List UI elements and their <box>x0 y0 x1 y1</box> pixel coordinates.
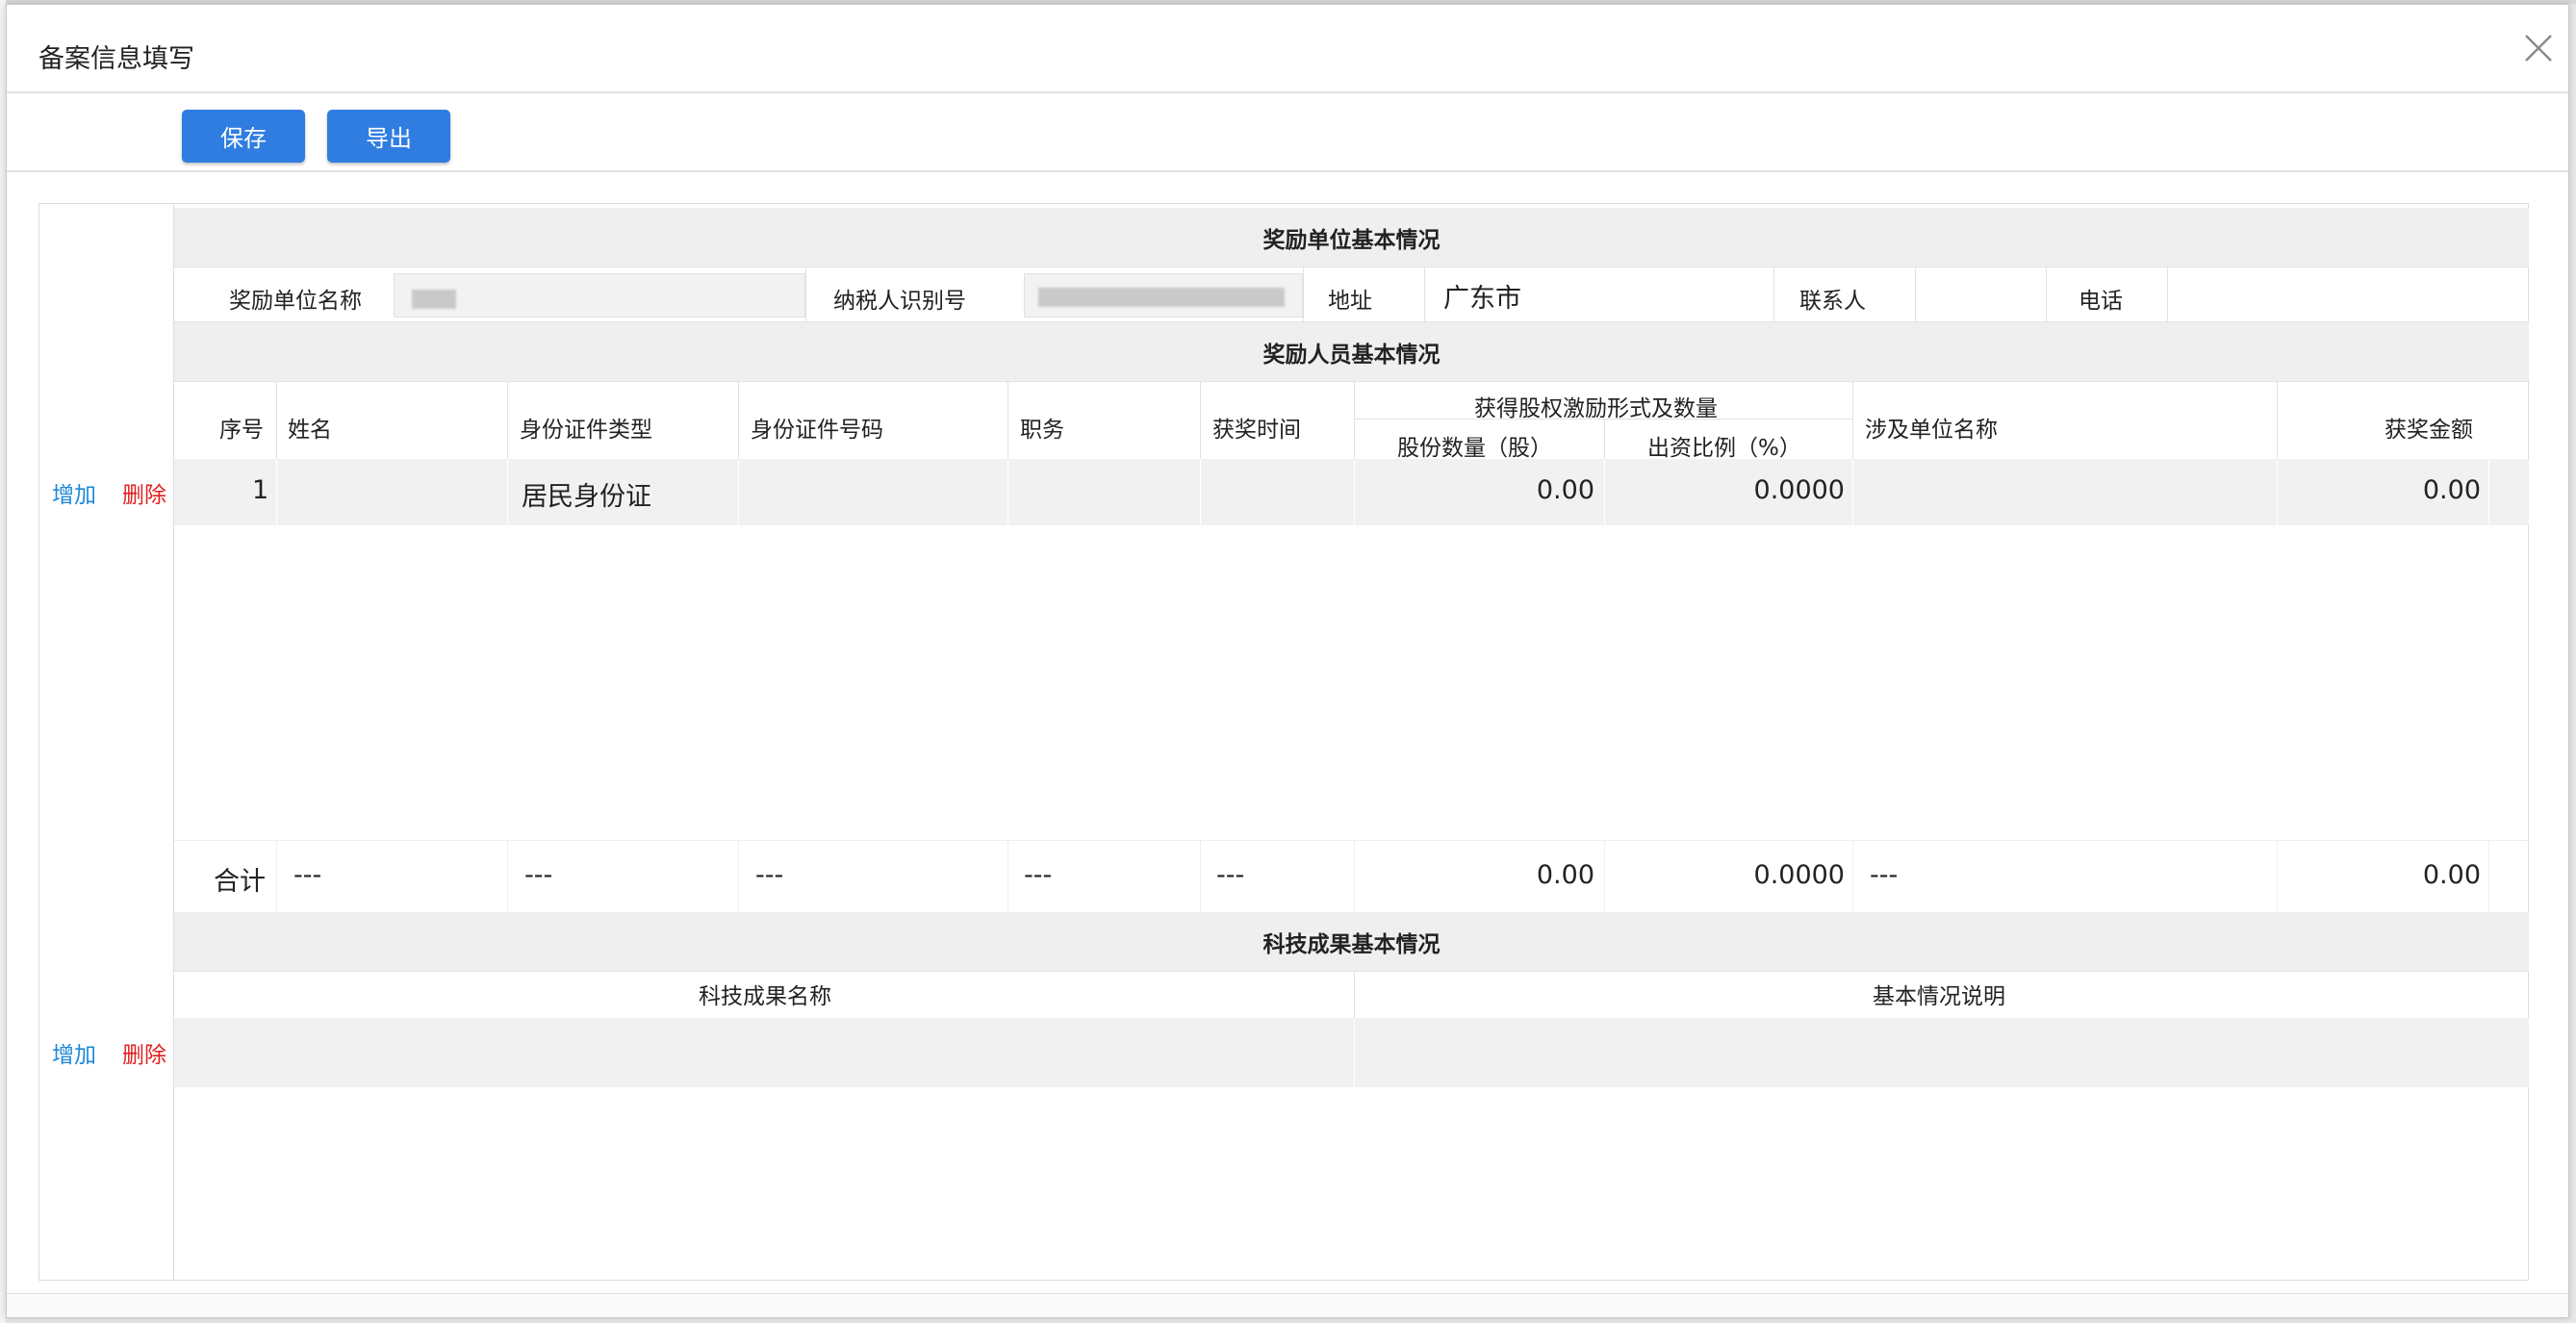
total-name: --- <box>293 860 322 890</box>
personnel-section-heading: 奖励人员基本情况 <box>174 322 2529 382</box>
contact-label: 联系人 <box>1799 289 1866 314</box>
divider <box>1852 840 1853 912</box>
divider <box>507 840 508 912</box>
save-button[interactable]: 保存 <box>182 110 305 163</box>
taxid-label: 纳税人识别号 <box>833 289 966 314</box>
col-amount: 获奖金额 <box>2385 418 2473 443</box>
col-position: 职务 <box>1020 418 1064 443</box>
redacted-value <box>1038 288 1285 307</box>
total-award-time: --- <box>1216 860 1245 890</box>
divider <box>276 382 277 459</box>
col-equity-group: 获得股权激励形式及数量 <box>1474 396 1718 421</box>
row-amount[interactable]: 0.00 <box>2290 475 2481 505</box>
toolbar: 保存 导出 <box>7 93 2568 172</box>
total-id-type: --- <box>524 860 553 890</box>
row-shares[interactable]: 0.00 <box>1395 475 1594 505</box>
row-id-type[interactable]: 居民身份证 <box>522 475 651 513</box>
divider <box>738 459 739 525</box>
divider <box>1424 267 1425 321</box>
divider <box>1354 1018 1355 1087</box>
divider <box>2277 840 2278 912</box>
divider <box>276 840 277 912</box>
total-label: 合计 <box>214 867 266 897</box>
col-award-time: 获奖时间 <box>1212 418 1301 443</box>
tech-table-row[interactable] <box>174 1018 2529 1087</box>
total-id-number: --- <box>755 860 784 890</box>
divider <box>738 840 739 912</box>
divider <box>276 459 277 525</box>
divider <box>805 267 806 321</box>
divider <box>2277 459 2278 525</box>
taxid-input[interactable] <box>1024 273 1303 318</box>
divider <box>1354 459 1355 525</box>
divider <box>1354 840 1355 912</box>
unit-name-input[interactable] <box>394 273 805 318</box>
col-tech-name: 科技成果名称 <box>699 984 831 1009</box>
dialog-title: 备案信息填写 <box>38 44 194 74</box>
redacted-value <box>412 290 456 309</box>
col-tech-desc: 基本情况说明 <box>1873 984 2005 1009</box>
col-seq: 序号 <box>219 418 264 443</box>
unit-section-heading: 奖励单位基本情况 <box>174 208 2529 267</box>
phone-label: 电话 <box>2079 289 2123 314</box>
divider <box>2488 459 2489 525</box>
divider <box>174 840 2529 841</box>
divider <box>1915 267 1916 321</box>
unit-name-label: 奖励单位名称 <box>229 289 362 314</box>
divider <box>1200 459 1201 525</box>
divider <box>1200 382 1201 459</box>
divider <box>738 382 739 459</box>
export-button[interactable]: 导出 <box>327 110 450 163</box>
total-ratio: 0.0000 <box>1753 860 1845 890</box>
add-tech-link[interactable]: 增加 <box>52 1036 96 1069</box>
add-personnel-link[interactable]: 增加 <box>52 476 96 509</box>
divider <box>1773 267 1774 321</box>
col-ratio: 出资比例（%） <box>1647 436 1801 461</box>
close-icon[interactable] <box>2522 32 2555 64</box>
col-org: 涉及单位名称 <box>1865 418 1998 443</box>
col-id-type: 身份证件类型 <box>520 418 652 443</box>
dialog-header: 备案信息填写 <box>7 5 2568 93</box>
row-actions-column <box>38 203 174 1281</box>
divider <box>1007 382 1008 459</box>
divider <box>2488 840 2489 912</box>
divider <box>1604 840 1605 912</box>
divider <box>1200 840 1201 912</box>
divider <box>1604 459 1605 525</box>
divider <box>507 459 508 525</box>
divider <box>1604 419 1605 459</box>
divider <box>1007 840 1008 912</box>
row-ratio[interactable]: 0.0000 <box>1636 475 1845 505</box>
col-shares: 股份数量（股） <box>1397 436 1552 461</box>
divider <box>1007 459 1008 525</box>
tech-section-heading: 科技成果基本情况 <box>174 912 2529 972</box>
total-org: --- <box>1870 860 1899 890</box>
dialog-footer <box>7 1293 2568 1317</box>
address-label: 地址 <box>1328 289 1372 314</box>
total-position: --- <box>1024 860 1053 890</box>
divider <box>2277 382 2278 459</box>
total-shares: 0.00 <box>1536 860 1594 890</box>
delete-personnel-link[interactable]: 删除 <box>122 476 166 509</box>
col-name: 姓名 <box>288 418 332 443</box>
divider <box>2046 267 2047 321</box>
divider <box>1852 459 1853 525</box>
divider <box>507 382 508 459</box>
divider <box>1354 419 1852 420</box>
row-seq: 1 <box>252 475 269 505</box>
address-value[interactable]: 广东市 <box>1443 277 1521 315</box>
total-amount: 0.00 <box>2422 860 2481 890</box>
divider <box>1303 267 1304 321</box>
divider <box>1354 382 1355 459</box>
col-id-number: 身份证件号码 <box>751 418 883 443</box>
divider <box>2167 267 2168 321</box>
divider <box>1852 382 1853 459</box>
delete-tech-link[interactable]: 删除 <box>122 1036 166 1069</box>
